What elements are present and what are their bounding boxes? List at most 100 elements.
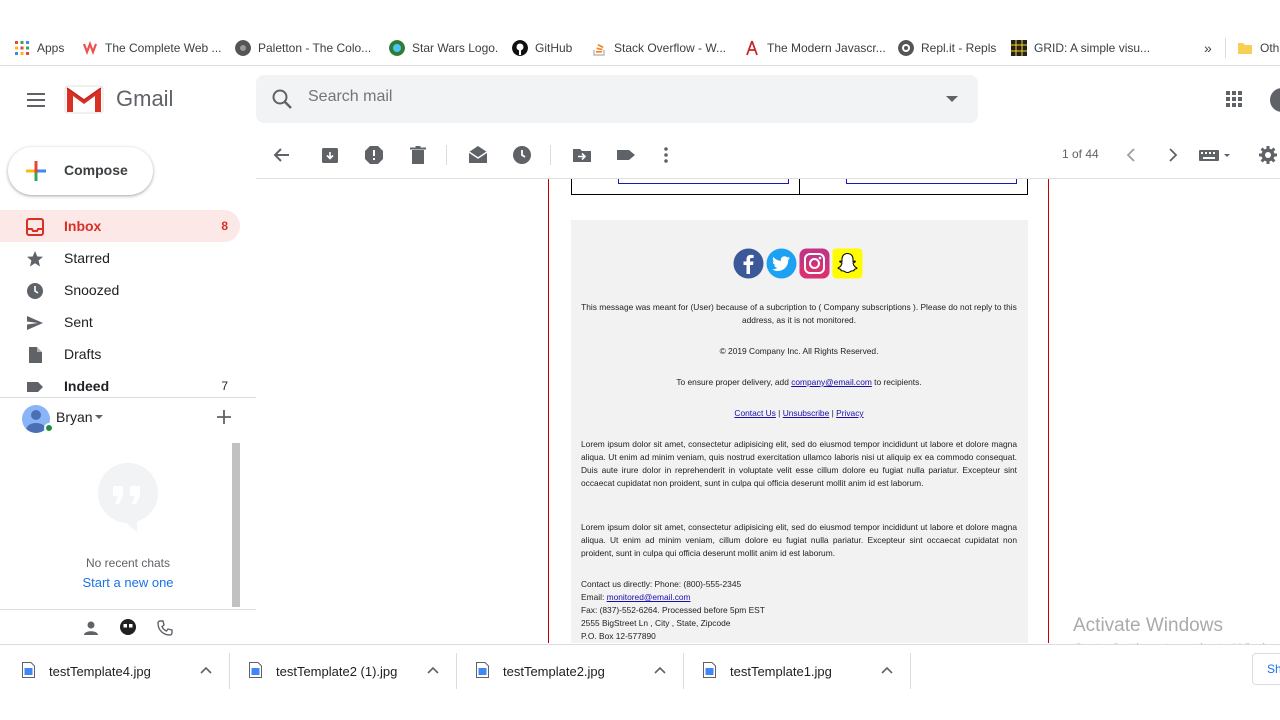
delivery-prefix: To ensure proper delivery, add [676,377,792,387]
unsubscribe-link[interactable]: Unsubscribe [783,408,830,418]
user-name: Bryan [56,409,93,425]
download-item[interactable]: testTemplate2.jpg [454,653,684,689]
contact-block: Contact us directly: Phone: (800)-555-23… [581,578,1017,643]
toolbar-divider [550,145,551,165]
main-menu-button[interactable] [24,88,48,112]
bookmark-grid[interactable]: GRID: A simple visu... [1011,39,1150,57]
contact-us-link[interactable]: Contact Us [734,408,775,418]
contact-phone: Contact us directly: Phone: (800)-555-23… [581,579,742,589]
more-icon: » [1204,40,1212,56]
snooze-icon[interactable] [512,145,532,165]
email-body: This message was meant for (User) becaus… [548,179,1049,643]
mark-unread-icon[interactable] [468,145,488,165]
bookmarks-overflow-button[interactable]: » [1204,39,1212,57]
more-options-icon[interactable] [656,145,676,165]
email-footer: This message was meant for (User) becaus… [571,220,1028,643]
unread-count: 8 [221,219,228,233]
input-tools-icon[interactable] [1198,145,1234,165]
pagination-text: 1 of 44 [1062,147,1099,161]
bookmark-modern-js[interactable]: The Modern Javascr... [744,39,886,57]
search-options-icon[interactable] [946,96,958,102]
hangouts-user[interactable]: Bryan [22,405,242,433]
sidebar-item-snoozed[interactable]: Snoozed [0,274,240,306]
gmail-header: Gmail [0,67,1280,131]
label-as-icon[interactable] [616,145,636,165]
monitored-email-link[interactable]: monitored@email.com [607,592,691,602]
inbox-icon [26,218,44,236]
lorem-paragraph-2: Lorem ipsum dolor sit amet, consectetur … [581,522,1017,558]
facebook-icon[interactable] [733,248,764,279]
chevron-up-icon[interactable] [881,665,893,677]
download-item[interactable]: testTemplate2 (1).jpg [227,653,457,689]
phone-icon[interactable] [157,620,173,636]
bookmark-label: Oth [1260,41,1280,55]
bookmark-apps[interactable]: Apps [14,39,64,57]
start-new-chat-link[interactable]: Start a new one [0,575,256,590]
gmail-logo-icon[interactable] [64,84,104,114]
bookmark-label: GitHub [535,41,573,55]
contacts-icon[interactable] [83,620,99,636]
newer-chevron-icon[interactable] [1122,145,1142,165]
label-icon [27,382,43,392]
bookmark-github[interactable]: GitHub [512,39,572,57]
archive-icon[interactable] [320,145,340,165]
search-bar[interactable] [256,75,978,123]
compose-button[interactable]: Compose [8,147,153,195]
report-spam-icon[interactable] [364,145,384,165]
bookmark-stackoverflow[interactable]: Stack Overflow - W... [591,39,726,57]
toolbar-divider [446,145,447,165]
sidebar-item-label: Snoozed [64,282,120,298]
chevron-up-icon[interactable] [654,665,666,677]
bookmark-label: GRID: A simple visu... [1034,41,1151,55]
sidebar-item-sent[interactable]: Sent [0,306,240,338]
bookmark-other[interactable]: Oth [1237,39,1279,57]
back-arrow-icon[interactable] [272,145,292,165]
chevron-up-icon[interactable] [427,665,439,677]
add-chat-icon[interactable] [215,408,233,426]
plus-icon [26,161,46,181]
chevron-up-icon[interactable] [200,665,212,677]
table-cell [800,179,1028,194]
download-item[interactable]: testTemplate1.jpg [681,653,911,689]
download-item[interactable]: testTemplate4.jpg [0,653,230,689]
snapchat-icon[interactable] [832,248,863,279]
search-input[interactable] [308,88,908,106]
search-icon[interactable] [270,87,294,111]
sidebar-item-inbox[interactable]: Inbox 8 [0,210,240,242]
lorem-paragraph-1: Lorem ipsum dolor sit amet, consectetur … [581,439,1017,488]
delete-icon[interactable] [408,145,428,165]
bookmark-paletton[interactable]: Paletton - The Colo... [235,39,371,57]
udemy-icon [82,40,98,56]
bookmark-replit[interactable]: Repl.it - Repls [898,39,996,57]
sidebar-item-drafts[interactable]: Drafts [0,338,240,370]
contact-fax: Fax: (837)-552-6264. Processed before 5p… [581,605,765,615]
image-file-icon [703,662,716,678]
sidebar-item-starred[interactable]: Starred [0,242,240,274]
bookmark-star-wars[interactable]: Star Wars Logo. [389,39,498,57]
bookmark-label: Paletton - The Colo... [258,41,372,55]
compose-label: Compose [64,162,128,178]
instagram-icon[interactable] [799,248,830,279]
google-apps-icon[interactable] [1226,91,1242,107]
chevron-down-icon[interactable] [95,415,103,419]
hangouts-divider [0,397,256,398]
older-chevron-icon[interactable] [1162,145,1182,165]
social-icons [733,248,873,280]
company-email-link[interactable]: company@email.com [791,377,872,387]
hangouts-icon[interactable] [119,619,137,637]
no-chats-text: No recent chats [85,556,171,570]
move-to-icon[interactable] [572,145,592,165]
contact-address: 2555 BigStreet Ln , City , State, Zipcod… [581,618,731,628]
chat-tabs [0,609,256,643]
menu-line [27,93,45,95]
bookmark-complete-web[interactable]: The Complete Web ... [82,39,222,57]
settings-gear-icon[interactable] [1258,145,1278,165]
show-all-downloads-button[interactable]: Sh [1252,653,1280,685]
account-avatar[interactable] [1270,88,1280,112]
download-filename: testTemplate4.jpg [49,664,151,679]
privacy-link[interactable]: Privacy [836,408,863,418]
clock-icon [27,283,43,299]
online-status-dot [44,423,54,433]
contact-email-row: Email: monitored@email.com [581,591,1017,604]
twitter-icon[interactable] [766,248,797,279]
